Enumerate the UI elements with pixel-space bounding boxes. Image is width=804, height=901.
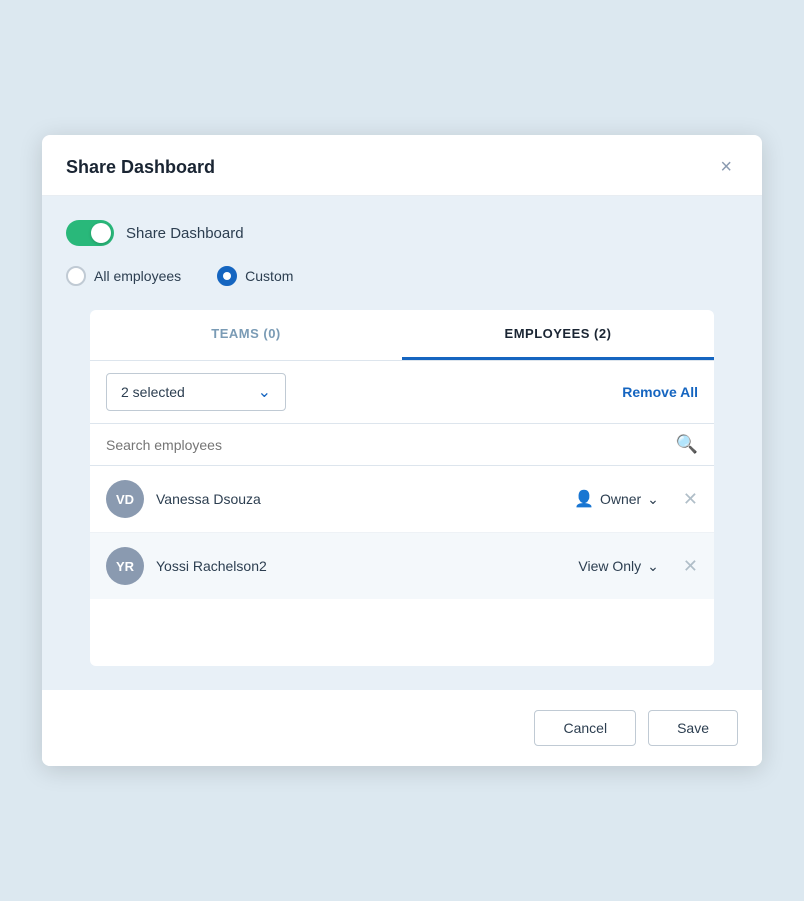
tab-employees[interactable]: EMPLOYEES (2): [402, 310, 714, 360]
avatar: VD: [106, 480, 144, 518]
employee-list: VD Vanessa Dsouza 👤 Owner ⌄ ✕ YR: [90, 466, 714, 666]
table-row: VD Vanessa Dsouza 👤 Owner ⌄ ✕: [90, 466, 714, 533]
share-toggle-row: Share Dashboard: [66, 220, 738, 246]
person-icon: 👤: [574, 489, 594, 509]
avatar: YR: [106, 547, 144, 585]
share-dashboard-toggle[interactable]: [66, 220, 114, 246]
chevron-down-icon: ⌄: [647, 491, 659, 508]
employee-name: Vanessa Dsouza: [156, 491, 562, 507]
selected-count-text: 2 selected: [121, 384, 250, 400]
radio-all-employees[interactable]: All employees: [66, 266, 181, 286]
role-dropdown[interactable]: View Only ⌄: [578, 558, 659, 575]
radio-custom[interactable]: Custom: [217, 266, 293, 286]
chevron-down-icon: ⌄: [647, 558, 659, 575]
search-icon: 🔍: [676, 434, 698, 455]
share-toggle-label: Share Dashboard: [126, 225, 244, 242]
card-wrapper: TEAMS (0) EMPLOYEES (2) 2 selected ⌄ Rem…: [66, 310, 738, 690]
radio-row: All employees Custom: [66, 266, 738, 286]
role-text: Owner: [600, 491, 641, 507]
radio-custom-circle: [217, 266, 237, 286]
role-dropdown[interactable]: 👤 Owner ⌄: [574, 489, 659, 509]
radio-all-employees-circle: [66, 266, 86, 286]
search-input[interactable]: [106, 437, 668, 453]
modal-header: Share Dashboard ×: [42, 135, 762, 196]
role-text: View Only: [578, 558, 641, 574]
radio-all-employees-label: All employees: [94, 268, 181, 284]
employee-name: Yossi Rachelson2: [156, 558, 566, 574]
search-bar: 🔍: [90, 424, 714, 466]
radio-custom-label: Custom: [245, 268, 293, 284]
modal-footer: Cancel Save: [42, 690, 762, 766]
remove-employee-icon[interactable]: ✕: [683, 489, 698, 510]
remove-employee-icon[interactable]: ✕: [683, 556, 698, 577]
tab-teams[interactable]: TEAMS (0): [90, 310, 402, 360]
cancel-button[interactable]: Cancel: [534, 710, 636, 746]
main-card: TEAMS (0) EMPLOYEES (2) 2 selected ⌄ Rem…: [90, 310, 714, 666]
modal-body: Share Dashboard All employees Custom TEA…: [42, 196, 762, 690]
share-dashboard-modal: Share Dashboard × Share Dashboard All em…: [42, 135, 762, 766]
selected-dropdown[interactable]: 2 selected ⌄: [106, 373, 286, 411]
table-row: YR Yossi Rachelson2 View Only ⌄ ✕: [90, 533, 714, 599]
remove-all-button[interactable]: Remove All: [622, 384, 698, 400]
close-button[interactable]: ×: [714, 155, 738, 179]
selected-bar: 2 selected ⌄ Remove All: [90, 361, 714, 424]
chevron-down-icon: ⌄: [258, 382, 271, 402]
tabs-row: TEAMS (0) EMPLOYEES (2): [90, 310, 714, 361]
modal-title: Share Dashboard: [66, 157, 215, 178]
save-button[interactable]: Save: [648, 710, 738, 746]
